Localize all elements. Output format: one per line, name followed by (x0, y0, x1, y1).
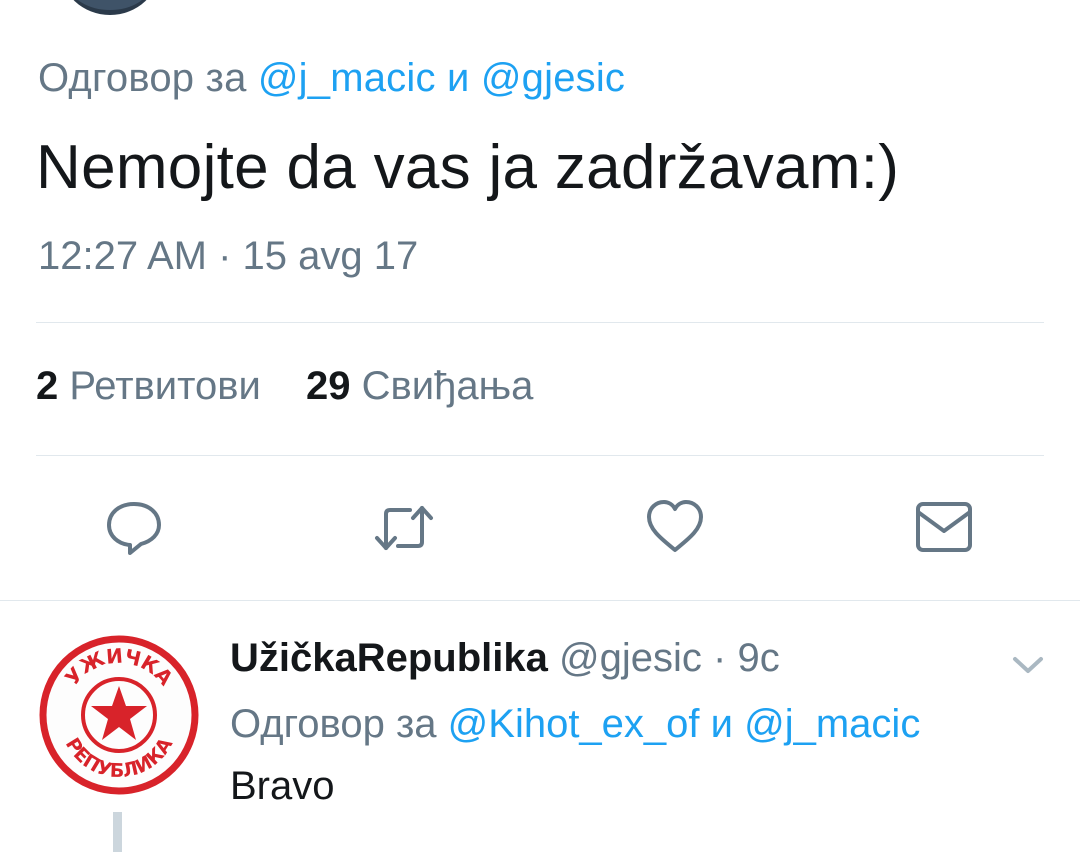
tweet-text: Nemojte da vas ja zadržavam:) (36, 133, 900, 202)
retweets-stat[interactable]: 2 Ретвитови (36, 364, 261, 408)
section-divider (0, 600, 1080, 601)
reply-display-name[interactable]: UžičkaRepublika (230, 636, 548, 680)
reply-author-avatar[interactable]: УЖИЧКА РЕПУБЛИКА (38, 634, 200, 796)
reply-button[interactable] (104, 498, 164, 558)
reply-time: · 9c (713, 636, 780, 680)
divider (36, 322, 1044, 323)
heart-icon (647, 500, 703, 552)
reply-header: UžičkaRepublika @gjesic · 9c (230, 636, 780, 681)
tweet-stats: 2 Ретвитови 29 Свиђања (36, 364, 567, 409)
tweet-timestamp: 12:27 AM · 15 avg 17 (38, 234, 419, 278)
mention-link[interactable]: @j_macic (744, 702, 920, 746)
reply-handle[interactable]: @gjesic (559, 636, 702, 680)
reply-conjunction: и (710, 702, 733, 746)
mention-link[interactable]: @gjesic (481, 56, 625, 100)
retweet-icon (375, 506, 433, 550)
reply-tweet-text: Bravo (230, 764, 335, 808)
reply-prefix: Одговор за (230, 702, 437, 746)
mention-link[interactable]: @j_macic (258, 56, 436, 100)
mention-link[interactable]: @Kihot_ex_of (448, 702, 700, 746)
retweets-label: Ретвитови (69, 364, 261, 408)
author-avatar[interactable] (60, 0, 160, 15)
action-bar (0, 498, 1080, 558)
reply-conjunction: и (446, 56, 470, 100)
tweet-options-button[interactable] (1008, 650, 1048, 680)
reply-context: Одговор за @Kihot_ex_of и @j_macic (230, 702, 920, 747)
reply-prefix: Одговор за (38, 56, 247, 100)
likes-count: 29 (305, 364, 351, 408)
direct-message-button[interactable] (914, 498, 974, 558)
like-button[interactable] (645, 498, 705, 558)
envelope-icon (916, 502, 972, 552)
divider (36, 455, 1044, 456)
retweets-count: 2 (36, 364, 59, 408)
speech-bubble-icon (107, 502, 161, 555)
thread-connector (113, 812, 122, 852)
likes-stat[interactable]: 29 Свиђања (306, 364, 533, 408)
chevron-down-icon (1013, 657, 1043, 673)
coat-of-arms-icon: УЖИЧКА РЕПУБЛИКА (39, 635, 199, 795)
retweet-button[interactable] (374, 498, 434, 558)
likes-label: Свиђања (361, 364, 534, 408)
reply-context: Одговор за @j_macic и @gjesic (38, 56, 625, 101)
